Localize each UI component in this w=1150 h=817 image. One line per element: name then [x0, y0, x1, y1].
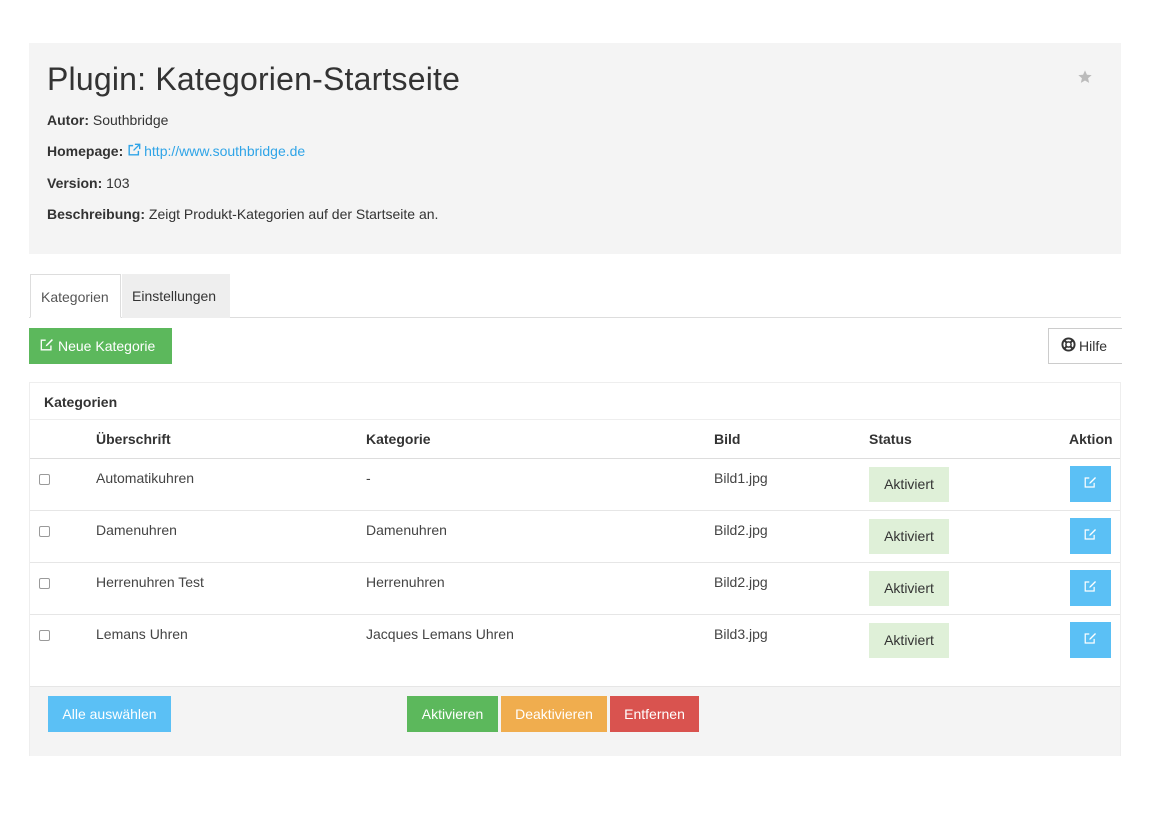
homepage-row: Homepage: http://www.southbridge.de	[47, 143, 305, 160]
row-title: Herrenuhren Test	[96, 574, 204, 590]
column-header-category: Kategorie	[366, 431, 431, 447]
row-title: Automatikuhren	[96, 470, 195, 486]
new-category-button[interactable]: Neue Kategorie	[29, 328, 172, 364]
table-row: Herrenuhren Test Herrenuhren Bild2.jpg A…	[30, 563, 1120, 615]
row-title: Damenuhren	[96, 522, 177, 538]
categories-panel: Kategorien Überschrift Kategorie Bild St…	[29, 382, 1121, 756]
homepage-url: http://www.southbridge.de	[144, 143, 306, 159]
row-category: Herrenuhren	[366, 574, 445, 590]
row-category: Damenuhren	[366, 522, 447, 538]
row-checkbox[interactable]	[39, 526, 50, 537]
homepage-label: Homepage:	[47, 143, 124, 159]
status-badge[interactable]: Aktiviert	[869, 467, 949, 502]
status-badge[interactable]: Aktiviert	[869, 623, 949, 658]
row-checkbox[interactable]	[39, 578, 50, 589]
remove-button[interactable]: Entfernen	[610, 696, 699, 732]
row-image: Bild2.jpg	[714, 574, 768, 590]
edit-icon	[1084, 476, 1097, 492]
page-title: Plugin: Kategorien-Startseite	[47, 61, 461, 97]
author-row: Autor: Southbridge	[47, 112, 168, 128]
author-value: Southbridge	[92, 112, 169, 128]
edit-row-button[interactable]	[1070, 518, 1111, 554]
author-label: Autor:	[47, 112, 89, 128]
help-button[interactable]: Hilfe	[1048, 328, 1122, 364]
table-header: Überschrift Kategorie Bild Status Aktion	[30, 420, 1120, 459]
tab-kategorien[interactable]: Kategorien	[30, 274, 121, 318]
description-row: Beschreibung: Zeigt Produkt-Kategorien a…	[47, 206, 438, 222]
row-title: Lemans Uhren	[96, 626, 188, 642]
row-checkbox[interactable]	[39, 474, 50, 485]
tab-einstellungen[interactable]: Einstellungen	[122, 274, 230, 318]
row-image: Bild2.jpg	[714, 522, 768, 538]
deactivate-button[interactable]: Deaktivieren	[501, 696, 607, 732]
version-label: Version:	[47, 175, 103, 191]
row-category: Jacques Lemans Uhren	[366, 626, 514, 642]
description-value: Zeigt Produkt-Kategorien auf der Startse…	[148, 206, 439, 222]
version-value: 103	[106, 175, 130, 191]
status-badge[interactable]: Aktiviert	[869, 519, 949, 554]
column-header-image: Bild	[714, 431, 741, 447]
description-label: Beschreibung:	[47, 206, 146, 222]
star-icon[interactable]	[1077, 69, 1093, 85]
column-header-title: Überschrift	[96, 431, 171, 447]
edit-row-button[interactable]	[1070, 622, 1111, 658]
edit-row-button[interactable]	[1070, 466, 1111, 502]
edit-icon	[1084, 632, 1097, 648]
row-image: Bild1.jpg	[714, 470, 768, 486]
edit-icon	[1084, 580, 1097, 596]
new-category-label: Neue Kategorie	[58, 338, 156, 354]
row-category: -	[366, 470, 371, 486]
edit-row-button[interactable]	[1070, 570, 1111, 606]
table-row: Lemans Uhren Jacques Lemans Uhren Bild3.…	[30, 615, 1120, 667]
table-row: Automatikuhren - Bild1.jpg Aktiviert	[30, 459, 1120, 511]
table-row: Damenuhren Damenuhren Bild2.jpg Aktivier…	[30, 511, 1120, 563]
panel-heading: Kategorien	[30, 383, 1120, 420]
plugin-info-panel: Plugin: Kategorien-Startseite Autor: Sou…	[29, 43, 1121, 254]
tab-bar: Kategorien Einstellungen	[29, 274, 1121, 318]
version-row: Version: 103	[47, 175, 130, 191]
help-label: Hilfe	[1079, 338, 1108, 354]
external-link-icon	[127, 143, 141, 160]
column-header-action: Aktion	[1069, 431, 1113, 447]
edit-icon	[1084, 528, 1097, 544]
life-ring-icon	[1061, 337, 1079, 355]
bulk-actions-footer: Alle auswählen Aktivieren Deaktivieren E…	[30, 686, 1120, 756]
column-header-status: Status	[869, 431, 912, 447]
row-image: Bild3.jpg	[714, 626, 768, 642]
row-checkbox[interactable]	[39, 630, 50, 641]
edit-icon	[40, 338, 58, 355]
activate-button[interactable]: Aktivieren	[407, 696, 498, 732]
select-all-button[interactable]: Alle auswählen	[48, 696, 171, 732]
status-badge[interactable]: Aktiviert	[869, 571, 949, 606]
homepage-link[interactable]: http://www.southbridge.de	[127, 143, 305, 159]
